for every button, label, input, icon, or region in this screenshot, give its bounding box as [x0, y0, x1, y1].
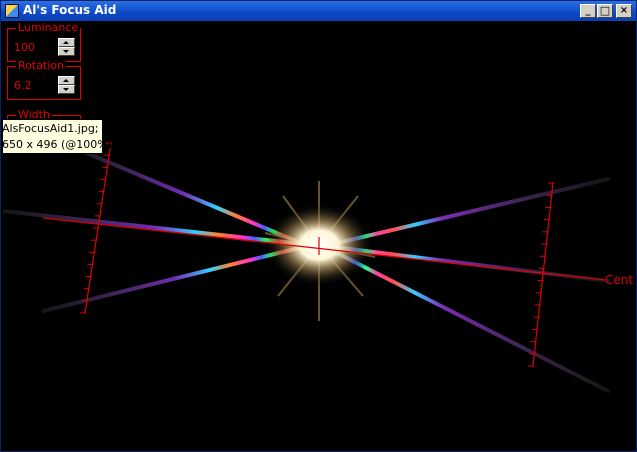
- close-button[interactable]: ×: [616, 4, 632, 18]
- rotation-input[interactable]: 6.2: [14, 79, 32, 92]
- app-window: Al's Focus Aid _ □ × Luminance 100 Rotat…: [0, 0, 637, 452]
- rotation-stepper[interactable]: [58, 76, 75, 94]
- minimize-button[interactable]: _: [580, 4, 596, 18]
- luminance-input[interactable]: 100: [14, 41, 35, 54]
- arrow-down-icon: [63, 88, 69, 91]
- image-viewport[interactable]: Luminance 100 Rotation 6.2 Width AlsFocu…: [3, 21, 634, 449]
- rotation-label: Rotation: [16, 59, 67, 72]
- arrow-down-icon: [63, 50, 69, 53]
- rotation-group: Rotation 6.2: [7, 59, 81, 100]
- maximize-button[interactable]: □: [597, 4, 613, 18]
- luminance-up-button[interactable]: [58, 38, 75, 47]
- luminance-group: Luminance 100: [7, 21, 81, 62]
- center-line-label: Cente: [605, 273, 634, 287]
- arrow-up-icon: [63, 79, 69, 82]
- tooltip-filename: AlsFocusAid1.jpg;: [3, 122, 99, 135]
- luminance-stepper[interactable]: [58, 38, 75, 56]
- star-image: [3, 141, 610, 393]
- rotation-down-button[interactable]: [58, 85, 75, 94]
- luminance-label: Luminance: [16, 21, 81, 34]
- window-title: Al's Focus Aid: [23, 3, 117, 17]
- app-icon[interactable]: [5, 4, 19, 18]
- luminance-down-button[interactable]: [58, 47, 75, 56]
- image-info-tooltip: AlsFocusAid1.jpg; 650 x 496 (@100%): [3, 119, 113, 154]
- rotation-up-button[interactable]: [58, 76, 75, 85]
- tooltip-dimensions: 650 x 496 (@100%): [3, 138, 113, 151]
- arrow-up-icon: [63, 41, 69, 44]
- title-bar[interactable]: Al's Focus Aid _ □ ×: [1, 1, 636, 21]
